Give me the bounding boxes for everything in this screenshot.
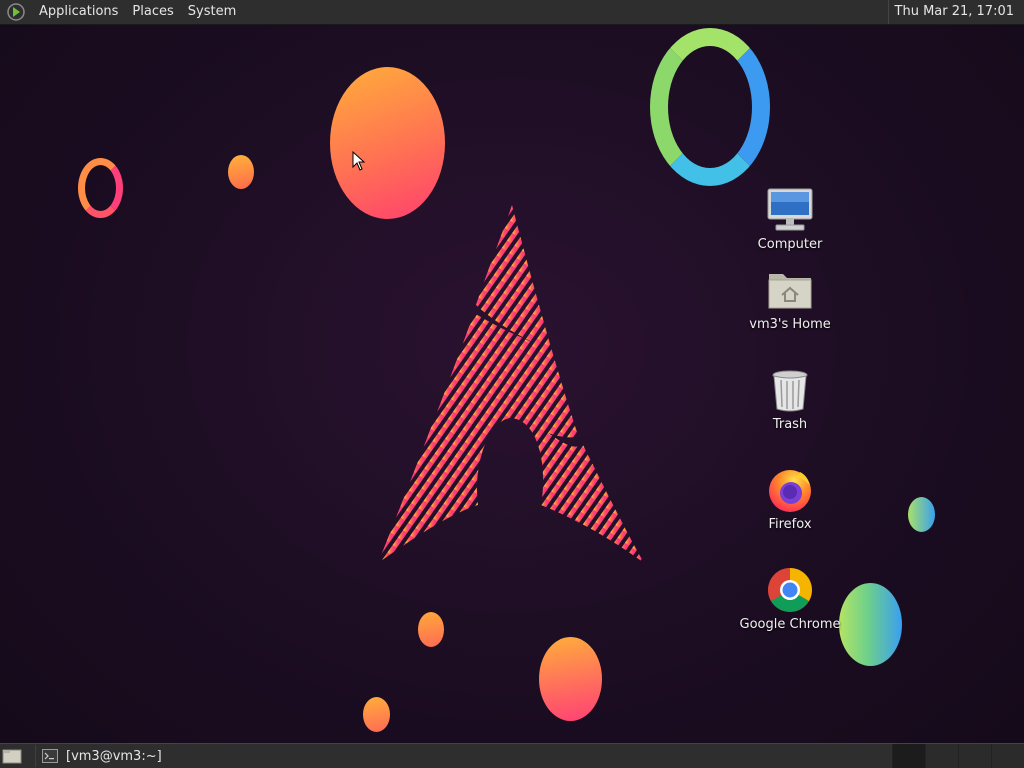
workspace-switcher [892,744,1024,768]
workspace-4[interactable] [991,744,1024,768]
show-desktop-button[interactable] [1,745,23,767]
mouse-pointer-icon [352,151,366,171]
menu-logo-icon[interactable] [6,2,26,22]
desktop-icon-label: Trash [772,417,808,432]
desktop-icon-computer[interactable]: Computer [735,186,845,252]
wallpaper-orange-blob-large [330,67,445,219]
show-desktop-icon [2,749,22,764]
arch-linux-logo [378,205,644,563]
desktop-icon-trash[interactable]: Trash [735,366,845,432]
desktop-icon-label: vm3's Home [749,317,831,332]
menu-system[interactable]: System [181,0,243,24]
menu-places[interactable]: Places [125,0,180,24]
wallpaper-orange-blob [363,697,390,732]
desktop-icon-label: Firefox [768,517,812,532]
computer-icon [766,186,814,234]
desktop-icon-home[interactable]: vm3's Home [735,266,845,332]
menu-applications[interactable]: Applications [32,0,125,24]
wallpaper-green-blob-large [839,583,902,666]
wallpaper-orange-blob [418,612,444,647]
chrome-icon [766,566,814,614]
wallpaper-green-blue-ring [650,28,770,186]
bottom-panel: [vm3@vm3:~] [0,743,1024,768]
desktop-icon-label: Google Chrome [739,617,841,632]
workspace-3[interactable] [958,744,991,768]
taskbar-item-label: [vm3@vm3:~] [66,748,162,764]
wallpaper-green-blob-small [908,497,935,532]
terminal-icon [42,749,58,763]
firefox-icon [766,466,814,514]
trash-icon [766,366,814,414]
workspace-1[interactable] [892,744,925,768]
workspace-2[interactable] [925,744,958,768]
clock[interactable]: Thu Mar 21, 17:01 [887,0,1020,24]
taskbar-item-terminal[interactable]: [vm3@vm3:~] [35,745,232,767]
wallpaper-orange-blob [539,637,602,721]
desktop-icon-label: Computer [757,237,823,252]
desktop-icon-firefox[interactable]: Firefox [735,466,845,532]
desktop-icon-chrome[interactable]: Google Chrome [735,566,845,632]
wallpaper-orange-ring [78,158,123,218]
home-folder-icon [766,266,814,314]
top-panel: Applications Places System Thu Mar 21, 1… [0,0,1024,25]
wallpaper-orange-blob-small [228,155,254,189]
